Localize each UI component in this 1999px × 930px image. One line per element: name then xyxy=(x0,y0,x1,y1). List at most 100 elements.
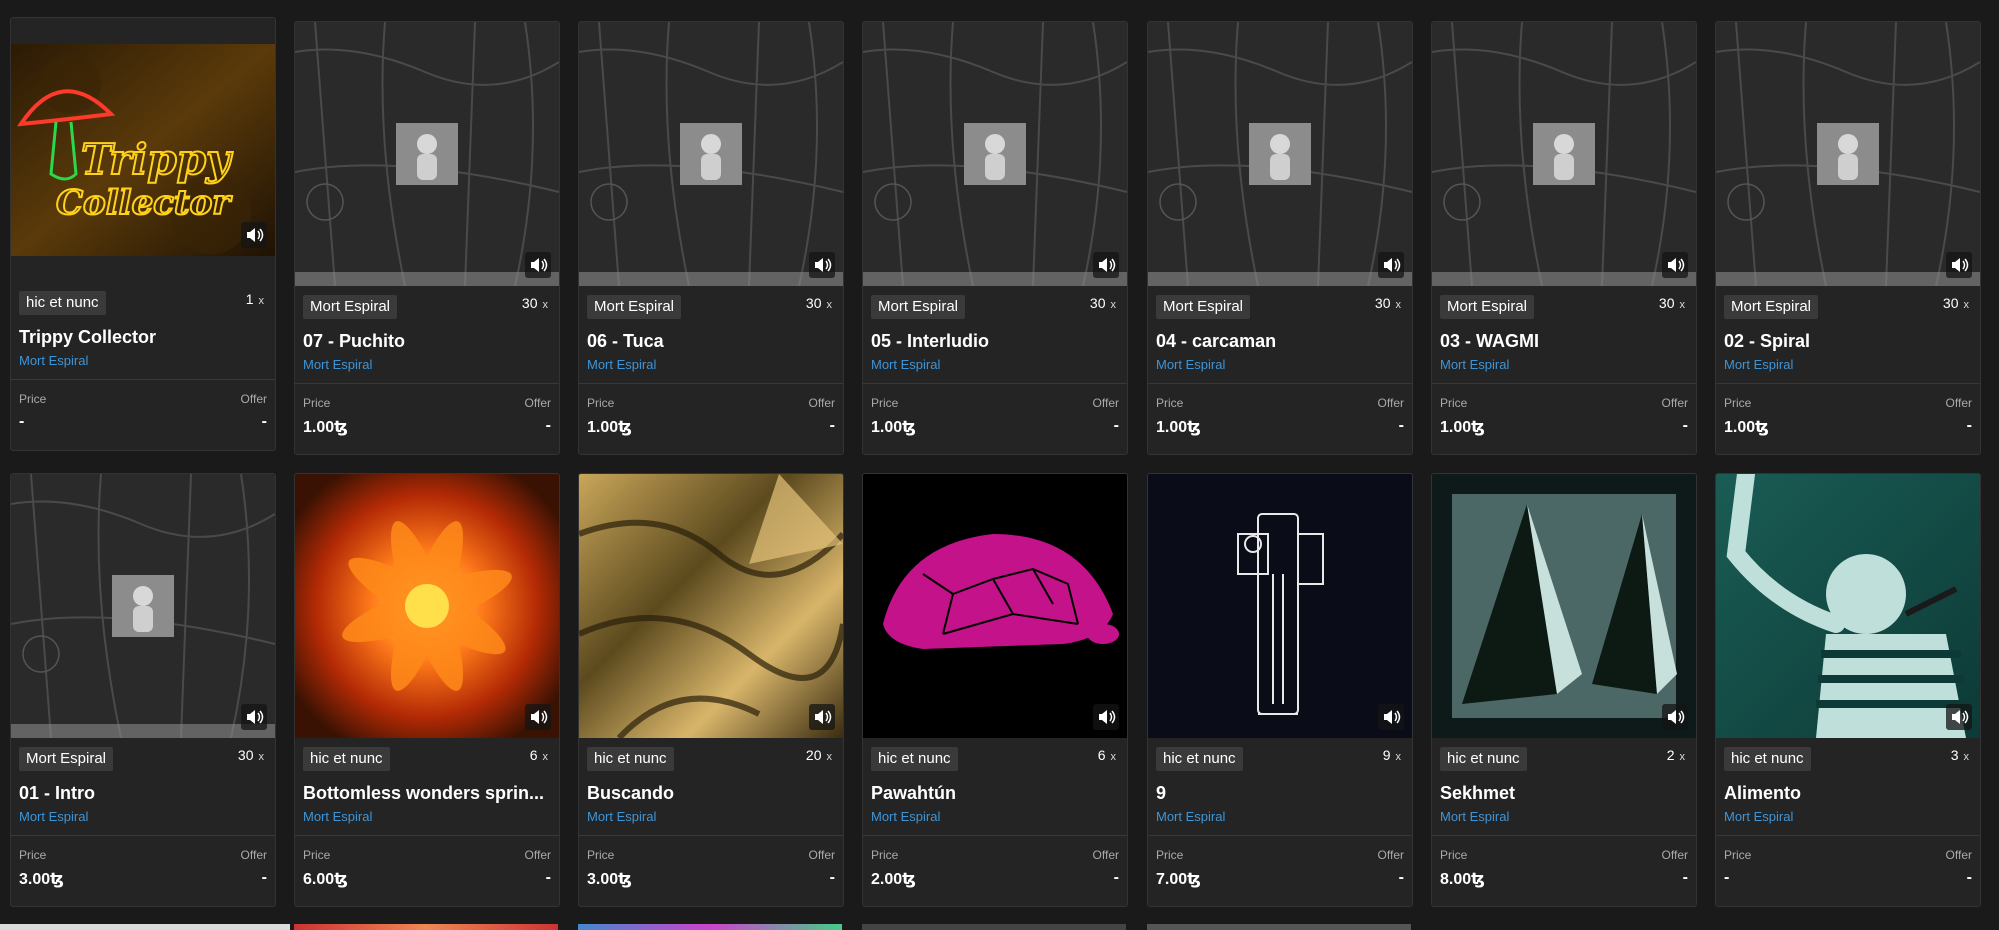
speaker-icon[interactable] xyxy=(525,252,551,278)
offer-label: Offer xyxy=(1377,848,1404,862)
speaker-icon[interactable] xyxy=(1093,704,1119,730)
artist-link[interactable]: Mort Espiral xyxy=(19,353,88,368)
price-value: 1.00ꜩ xyxy=(1156,419,1201,436)
token-title[interactable]: Trippy Collector xyxy=(19,327,267,348)
speaker-icon[interactable] xyxy=(1378,704,1404,730)
speaker-icon[interactable] xyxy=(809,704,835,730)
speaker-icon[interactable] xyxy=(1946,704,1972,730)
artist-link[interactable]: Mort Espiral xyxy=(871,357,940,372)
artist-link[interactable]: Mort Espiral xyxy=(303,357,372,372)
price-value: 1.00ꜩ xyxy=(303,419,348,436)
platform-badge[interactable]: hic et nunc xyxy=(1724,747,1811,771)
divider xyxy=(579,383,843,384)
platform-badge[interactable]: Mort Espiral xyxy=(19,747,114,771)
token-artwork[interactable] xyxy=(1148,22,1412,286)
artist-link[interactable]: Mort Espiral xyxy=(871,809,940,824)
token-artwork[interactable] xyxy=(295,22,559,286)
token-card[interactable]: Mort Espiral 30 x 07 - Puchito Mort Espir… xyxy=(294,21,560,455)
price-label: Price xyxy=(1724,848,1752,862)
speaker-icon[interactable] xyxy=(1662,704,1688,730)
platform-badge[interactable]: Mort Espiral xyxy=(1156,295,1251,319)
artist-link[interactable]: Mort Espiral xyxy=(1724,357,1793,372)
price-value: 1.00ꜩ xyxy=(871,419,916,436)
token-title[interactable]: Buscando xyxy=(587,783,835,804)
token-title[interactable]: Sekhmet xyxy=(1440,783,1688,804)
token-title[interactable]: Pawahtún xyxy=(871,783,1119,804)
speaker-icon[interactable] xyxy=(1662,252,1688,278)
divider xyxy=(11,379,275,380)
platform-badge[interactable]: hic et nunc xyxy=(1440,747,1527,771)
speaker-icon[interactable] xyxy=(809,252,835,278)
edition-count: 30 x xyxy=(1942,295,1969,311)
platform-badge[interactable]: hic et nunc xyxy=(1156,747,1243,771)
platform-badge[interactable]: Mort Espiral xyxy=(1724,295,1819,319)
offer-value: - xyxy=(1966,417,1972,434)
token-card[interactable]: hic et nunc 6x Pawahtún Mort Espiral Pri… xyxy=(862,473,1128,907)
offer-label: Offer xyxy=(1092,396,1119,410)
token-artwork[interactable]: Trippy Collector xyxy=(11,44,275,256)
platform-badge[interactable]: Mort Espiral xyxy=(303,295,398,319)
token-artwork[interactable] xyxy=(1432,474,1696,738)
edition-count: 30 x xyxy=(1374,295,1401,311)
price-value: - xyxy=(1724,869,1730,886)
artist-link[interactable]: Mort Espiral xyxy=(1440,357,1509,372)
token-card[interactable]: Mort Espiral 30 x 01 - Intro Mort Espiral… xyxy=(10,473,276,907)
artist-link[interactable]: Mort Espiral xyxy=(587,357,656,372)
token-title[interactable]: 07 - Puchito xyxy=(303,331,551,352)
speaker-icon[interactable] xyxy=(1378,252,1404,278)
token-title[interactable]: 02 - Spiral xyxy=(1724,331,1972,352)
token-artwork[interactable] xyxy=(863,22,1127,286)
token-artwork[interactable] xyxy=(1716,22,1980,286)
token-card[interactable]: hic et nunc 3x Alimento Mort Espiral Pri… xyxy=(1715,473,1981,907)
token-card[interactable]: hic et nunc 20 x Buscando Mort Espiral Pr… xyxy=(578,473,844,907)
artist-link[interactable]: Mort Espiral xyxy=(303,809,372,824)
artist-link[interactable]: Mort Espiral xyxy=(1156,809,1225,824)
token-artwork[interactable] xyxy=(863,474,1127,738)
token-artwork[interactable] xyxy=(1148,474,1412,738)
token-artwork[interactable] xyxy=(579,474,843,738)
token-title[interactable]: 05 - Interludio xyxy=(871,331,1119,352)
token-artwork[interactable] xyxy=(1432,22,1696,286)
token-title[interactable]: 06 - Tuca xyxy=(587,331,835,352)
platform-badge[interactable]: hic et nunc xyxy=(587,747,674,771)
token-card[interactable]: Mort Espiral 30 x 04 - carcaman Mort Espi… xyxy=(1147,21,1413,455)
token-card[interactable]: Mort Espiral 30 x 06 - Tuca Mort Espiral … xyxy=(578,21,844,455)
artist-link[interactable]: Mort Espiral xyxy=(587,809,656,824)
speaker-icon[interactable] xyxy=(1093,252,1119,278)
token-title[interactable]: 03 - WAGMI xyxy=(1440,331,1688,352)
artist-link[interactable]: Mort Espiral xyxy=(1440,809,1509,824)
token-title[interactable]: 04 - carcaman xyxy=(1156,331,1404,352)
token-title[interactable]: Bottomless wonders sprin... xyxy=(303,783,551,804)
speaker-icon[interactable] xyxy=(241,222,267,248)
platform-badge[interactable]: hic et nunc xyxy=(19,291,106,315)
token-artwork[interactable] xyxy=(579,22,843,286)
token-card[interactable]: hic et nunc 2x Sekhmet Mort Espiral Pric… xyxy=(1431,473,1697,907)
artist-link[interactable]: Mort Espiral xyxy=(1156,357,1225,372)
token-card[interactable]: Mort Espiral 30 x 05 - Interludio Mort Es… xyxy=(862,21,1128,455)
token-artwork[interactable] xyxy=(1716,474,1980,738)
platform-badge[interactable]: Mort Espiral xyxy=(1440,295,1535,319)
token-title[interactable]: 01 - Intro xyxy=(19,783,267,804)
token-card[interactable]: Mort Espiral 30 x 03 - WAGMI Mort Espiral… xyxy=(1431,21,1697,455)
divider xyxy=(1148,383,1412,384)
platform-badge[interactable]: hic et nunc xyxy=(871,747,958,771)
platform-badge[interactable]: Mort Espiral xyxy=(587,295,682,319)
token-artwork[interactable] xyxy=(295,474,559,738)
platform-badge[interactable]: Mort Espiral xyxy=(871,295,966,319)
speaker-icon[interactable] xyxy=(525,704,551,730)
platform-badge[interactable]: hic et nunc xyxy=(303,747,390,771)
token-card[interactable]: hic et nunc 6x Bottomless wonders sprin.… xyxy=(294,473,560,907)
speaker-icon[interactable] xyxy=(1946,252,1972,278)
edition-count: 30 x xyxy=(805,295,832,311)
token-card[interactable]: hic et nunc 9x 9 Mort Espiral Price Offe… xyxy=(1147,473,1413,907)
artist-link[interactable]: Mort Espiral xyxy=(1724,809,1793,824)
divider xyxy=(11,835,275,836)
speaker-icon[interactable] xyxy=(241,704,267,730)
artist-link[interactable]: Mort Espiral xyxy=(19,809,88,824)
token-title[interactable]: Alimento xyxy=(1724,783,1972,804)
token-card[interactable]: Mort Espiral 30 x 02 - Spiral Mort Espira… xyxy=(1715,21,1981,455)
token-card[interactable]: Trippy Collector hic et nunc 1x Trippy C… xyxy=(10,17,276,451)
divider xyxy=(1716,835,1980,836)
token-title[interactable]: 9 xyxy=(1156,783,1404,804)
token-artwork[interactable] xyxy=(11,474,275,738)
